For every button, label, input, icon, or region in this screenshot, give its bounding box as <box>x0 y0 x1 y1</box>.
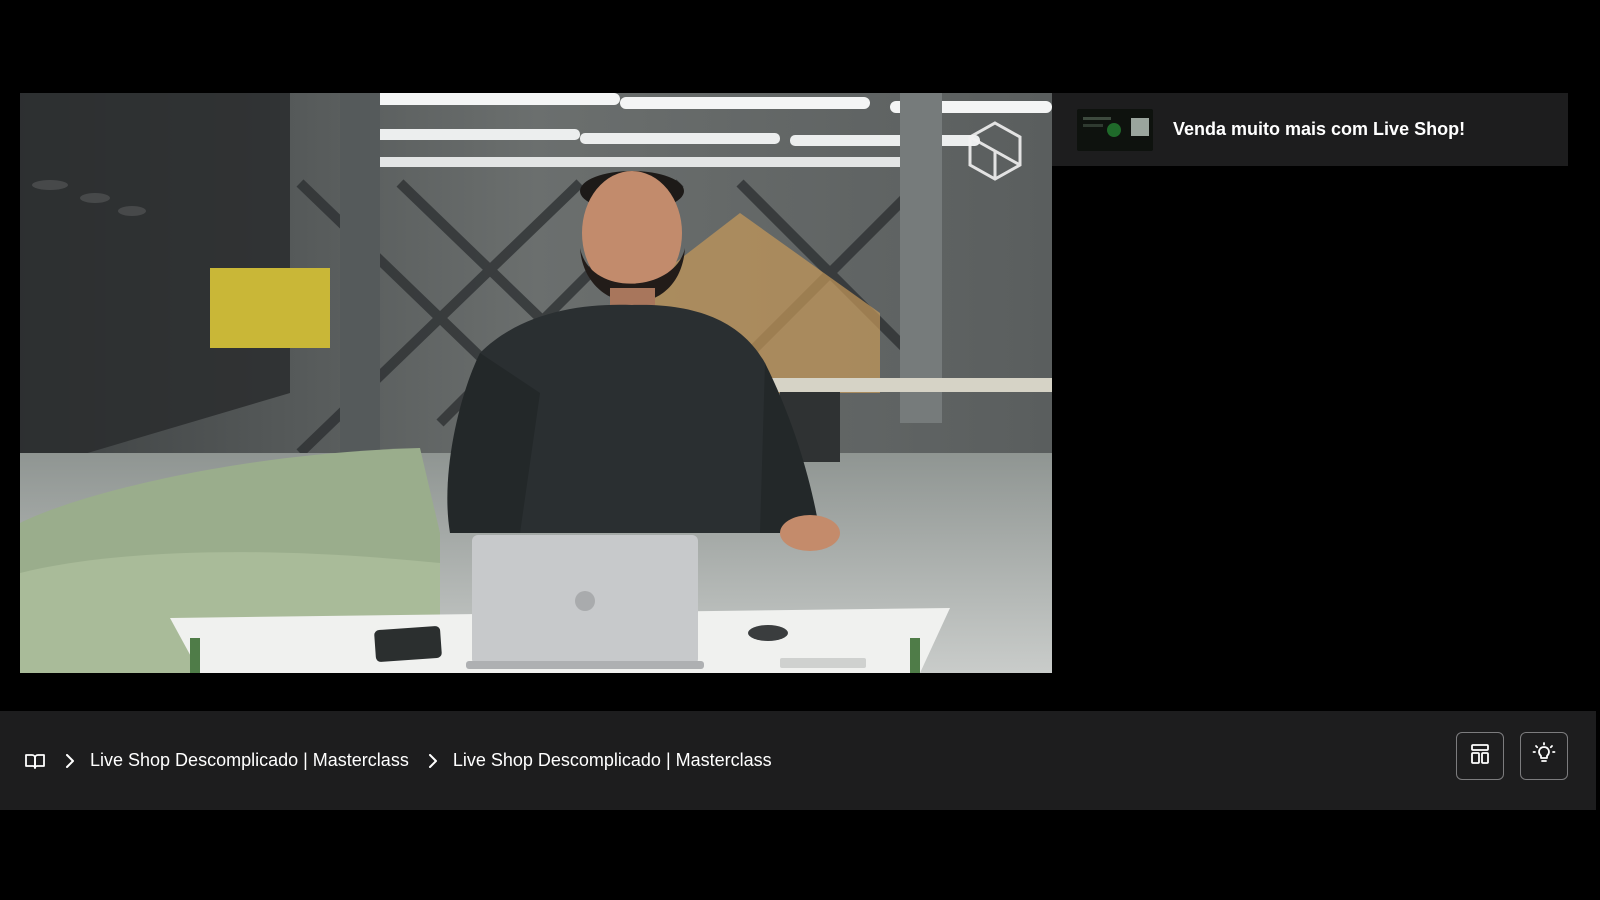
bar-actions <box>1456 732 1568 780</box>
playlist-item-title: Venda muito mais com Live Shop! <box>1173 119 1466 139</box>
breadcrumb: Live Shop Descomplicado | Masterclass Li… <box>24 750 772 772</box>
playlist-thumbnail <box>1077 108 1153 151</box>
breadcrumb-item-course[interactable]: Live Shop Descomplicado | Masterclass <box>90 750 409 771</box>
theme-toggle-button[interactable] <box>1520 732 1568 780</box>
playlist-item[interactable]: Venda muito mais com Live Shop! <box>1052 93 1568 166</box>
video-frame <box>20 93 1052 673</box>
layout-toggle-button[interactable] <box>1456 732 1504 780</box>
playlist-panel: Venda muito mais com Live Shop! <box>1052 93 1568 673</box>
app: Venda muito mais com Live Shop! Live Sho… <box>0 0 1600 900</box>
lightbulb-icon <box>1532 741 1556 771</box>
layout-icon <box>1469 743 1491 770</box>
bottom-bar: Live Shop Descomplicado | Masterclass Li… <box>0 711 1596 810</box>
chevron-right-icon <box>60 751 80 771</box>
chevron-right-icon <box>423 751 443 771</box>
book-open-icon[interactable] <box>24 750 46 772</box>
video-player[interactable] <box>20 93 1052 673</box>
breadcrumb-item-lesson[interactable]: Live Shop Descomplicado | Masterclass <box>453 750 772 771</box>
